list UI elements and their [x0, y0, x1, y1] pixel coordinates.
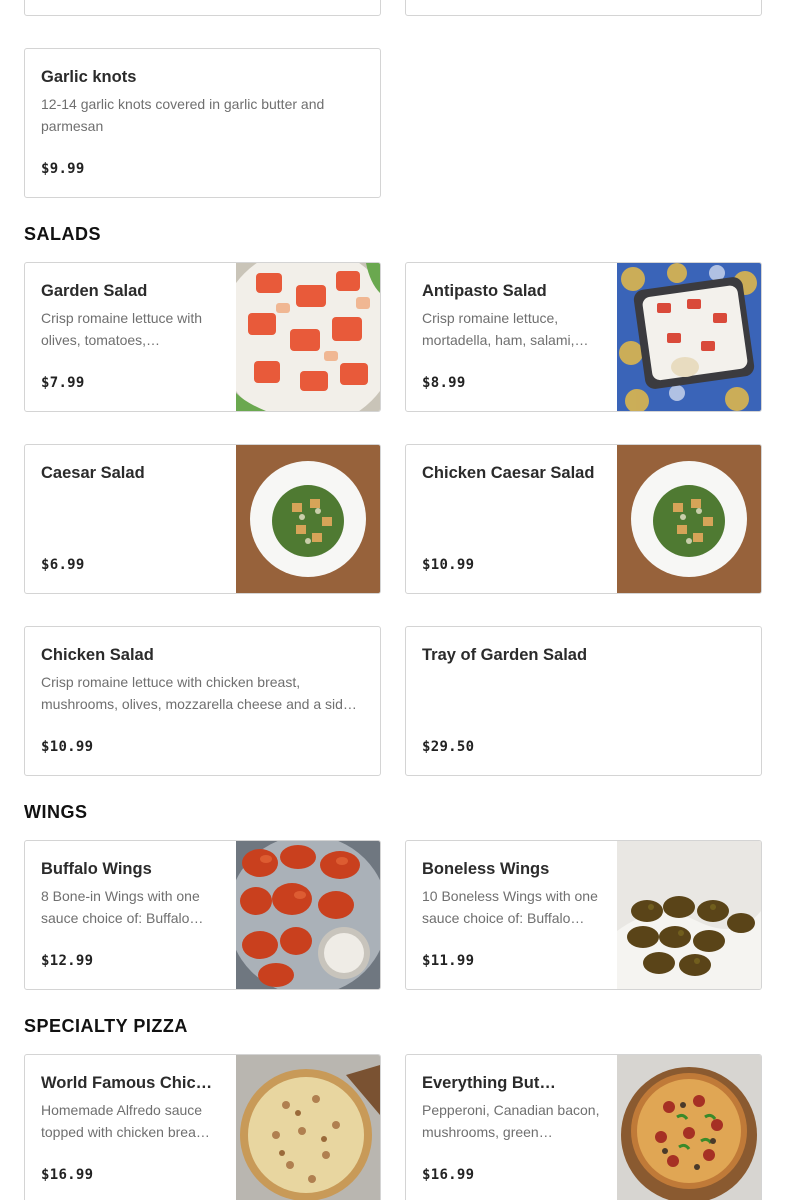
menu-item-description: Pepperoni, Canadian bacon, mushrooms, gr… [422, 1102, 600, 1140]
menu-item-price: $6.99 [41, 557, 85, 573]
section-title-wings: WINGS [24, 802, 88, 822]
menu-item-name: Antipasto Salad [422, 282, 547, 300]
menu-item-description: 12-14 garlic knots covered in garlic but… [41, 96, 325, 134]
menu-item-description: Crisp romaine lettuce with olives, tomat… [41, 310, 203, 348]
menu-item-name: Chicken Salad [41, 646, 154, 664]
menu-item-buffalo-wings[interactable]: Buffalo Wings 8 Bone-in Wings with one s… [24, 840, 381, 990]
chicken-caesar-salad-photo [617, 445, 761, 593]
menu-item-world-famous-chicken-pizza[interactable]: World Famous Chicke… Homemade Alfredo sa… [24, 1054, 381, 1200]
menu-item-tray-of-garden-salad[interactable]: Tray of Garden Salad $29.50 [405, 626, 762, 776]
menu-item-caesar-salad[interactable]: Caesar Salad $6.99 [24, 444, 381, 594]
menu-item-price: $16.99 [422, 1167, 475, 1183]
menu-item-description: 8 Bone-in Wings with one sauce choice of… [41, 888, 204, 926]
menu-item-name: Garden Salad [41, 282, 148, 300]
menu-item-price: $10.99 [41, 739, 94, 755]
menu-item-antipasto-salad[interactable]: Antipasto Salad Crisp romaine lettuce, m… [405, 262, 762, 412]
menu-item-name: Garlic knots [41, 68, 137, 86]
garden-salad-photo [236, 263, 380, 411]
menu-item-name: Buffalo Wings [41, 860, 152, 878]
menu-item-description: Crisp romaine lettuce with chicken breas… [41, 674, 357, 712]
boneless-wings-photo [617, 841, 761, 989]
menu-item-price: $10.99 [422, 557, 475, 573]
menu-item-price: $12.99 [41, 953, 94, 969]
menu-item-name: Everything But… [422, 1074, 556, 1092]
section-title-salads: SALADS [24, 224, 102, 244]
everything-pizza-photo [617, 1055, 761, 1200]
menu-item-boneless-wings[interactable]: Boneless Wings 10 Boneless Wings with on… [405, 840, 762, 990]
menu-item-everything-but-pizza[interactable]: Everything But… Pepperoni, Canadian baco… [405, 1054, 762, 1200]
menu-item-price: $8.99 [422, 375, 466, 391]
menu-item-description: 10 Boneless Wings with one sauce choice … [422, 888, 598, 926]
menu-item-price: $29.50 [422, 739, 475, 755]
antipasto-salad-photo [617, 263, 761, 411]
menu-item-chicken-salad[interactable]: Chicken Salad Crisp romaine lettuce with… [24, 626, 381, 776]
menu-item-description: Homemade Alfredo sauce topped with chick… [41, 1102, 210, 1140]
menu-item-price: $9.99 [41, 161, 85, 177]
chicken-alfredo-pizza-photo [236, 1055, 380, 1200]
buffalo-wings-photo [236, 841, 380, 989]
section-title-specialty-pizza: SPECIALTY PIZZA [24, 1016, 188, 1036]
caesar-salad-photo [236, 445, 380, 593]
menu-item-price: $7.99 [41, 375, 85, 391]
menu-item-price: $11.99 [422, 953, 475, 969]
menu-item-name: Caesar Salad [41, 464, 145, 482]
menu-item-chicken-caesar-salad[interactable]: Chicken Caesar Salad $10.99 [405, 444, 762, 594]
menu-item-name: Chicken Caesar Salad [422, 464, 595, 482]
menu-item-name: Boneless Wings [422, 860, 550, 878]
menu-item-garden-salad[interactable]: Garden Salad Crisp romaine lettuce with … [24, 262, 381, 412]
menu-item-price: $16.99 [41, 1167, 94, 1183]
menu-item-description: Crisp romaine lettuce, mortadella, ham, … [422, 310, 589, 348]
menu-item-garlic-knots[interactable]: Garlic knots 12-14 garlic knots covered … [24, 48, 381, 198]
menu-item-card[interactable] [24, 0, 381, 16]
menu-item-card[interactable] [405, 0, 762, 16]
menu-item-name: Tray of Garden Salad [422, 646, 588, 664]
menu-item-name: World Famous Chicke… [41, 1074, 220, 1092]
